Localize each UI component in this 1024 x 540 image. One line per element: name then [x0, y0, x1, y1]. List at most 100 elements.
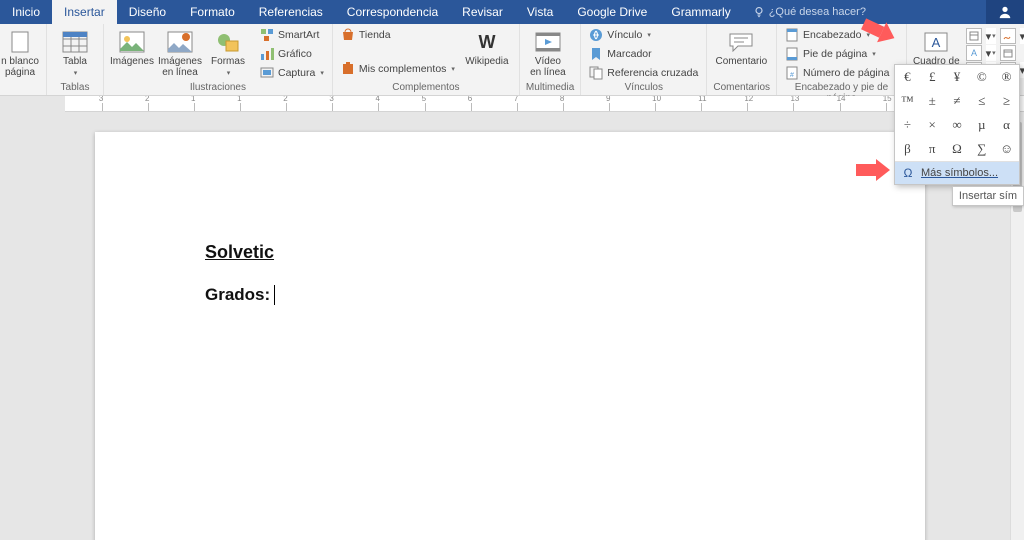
tienda-button[interactable]: Tienda [339, 26, 457, 44]
quick-parts-button[interactable] [966, 28, 982, 44]
tell-me-search[interactable]: ¿Qué desea hacer? [743, 0, 876, 24]
tab-vista[interactable]: Vista [515, 0, 565, 24]
group-label-complementos: Complementos [339, 82, 513, 93]
pie-pagina-button[interactable]: Pie de página [783, 45, 900, 63]
captura-button[interactable]: Captura [258, 64, 326, 82]
doc-title: Solvetic [205, 242, 815, 263]
svg-text:W: W [478, 32, 495, 52]
symbol-grid: €£¥©® ™±≠≤≥ ÷×∞µα βπΩ∑☺ [895, 65, 1019, 161]
imagenes-button[interactable]: Imágenes [110, 26, 154, 82]
symbol-cell[interactable]: ¥ [945, 65, 970, 89]
tab-referencias[interactable]: Referencias [247, 0, 335, 24]
annotation-arrow-bottom [856, 161, 890, 179]
symbol-cell[interactable]: ™ [895, 89, 920, 113]
ruler-mark: 12 [747, 103, 793, 111]
shapes-icon [214, 30, 242, 54]
link-icon [589, 28, 603, 42]
tab-correspondencia[interactable]: Correspondencia [335, 0, 450, 24]
symbol-cell[interactable]: ≥ [994, 89, 1019, 113]
video-icon [534, 30, 562, 54]
symbol-cell[interactable]: © [969, 65, 994, 89]
datetime-button[interactable] [1000, 45, 1016, 61]
formas-button[interactable]: Formas [206, 26, 250, 82]
video-en-linea-button[interactable]: Vídeo en línea [526, 26, 570, 78]
symbol-cell[interactable]: ± [920, 89, 945, 113]
ruler-mark: 3 [102, 103, 148, 111]
blank-page-button[interactable]: n blanco página [0, 26, 40, 78]
ruler-mark: 1 [240, 103, 286, 111]
group-ilustraciones: Imágenes Imágenes en línea Formas SmartA… [104, 24, 333, 95]
tooltip-insertar-simbolo: Insertar sím [952, 186, 1024, 206]
text-cursor [274, 285, 275, 305]
ruler-mark: 13 [793, 103, 839, 111]
ruler-mark: 4 [378, 103, 424, 111]
ruler-mark: 2 [148, 103, 194, 111]
wordart-button[interactable]: A [966, 45, 982, 61]
addins-icon [341, 62, 355, 76]
numero-pagina-button[interactable]: #Número de página [783, 64, 900, 82]
smartart-icon [260, 28, 274, 42]
symbol-cell[interactable]: ® [994, 65, 1019, 89]
symbol-cell[interactable]: € [895, 65, 920, 89]
tab-grammarly[interactable]: Grammarly [659, 0, 742, 24]
ref-cruzada-button[interactable]: Referencia cruzada [587, 64, 700, 82]
symbol-cell[interactable]: ∞ [945, 113, 970, 137]
svg-text:Ω: Ω [904, 166, 913, 180]
group-label-ilustraciones: Ilustraciones [110, 82, 326, 93]
signature-button[interactable] [1000, 28, 1016, 44]
tab-revisar[interactable]: Revisar [450, 0, 515, 24]
symbol-cell[interactable]: ≤ [969, 89, 994, 113]
symbol-cell[interactable]: µ [969, 113, 994, 137]
symbol-cell[interactable]: π [920, 137, 945, 161]
svg-text:A: A [932, 35, 941, 50]
group-comentarios: Comentario Comentarios [707, 24, 777, 95]
table-icon [61, 30, 89, 54]
tab-googledrive[interactable]: Google Drive [565, 0, 659, 24]
svg-text:#: # [790, 72, 794, 79]
ruler-mark: 1 [194, 103, 240, 111]
grafico-button[interactable]: Gráfico [258, 45, 326, 63]
imagenes-en-linea-button[interactable]: Imágenes en línea [158, 26, 202, 82]
account-button[interactable] [986, 0, 1024, 24]
ruler-mark: 7 [517, 103, 563, 111]
tab-insertar[interactable]: Insertar [52, 0, 117, 24]
lightbulb-icon [753, 6, 765, 18]
symbol-cell[interactable]: β [895, 137, 920, 161]
mis-complementos-button[interactable]: Mis complementos [339, 60, 457, 78]
group-label-vinculos: Vínculos [587, 82, 700, 93]
symbol-cell[interactable]: α [994, 113, 1019, 137]
symbol-cell[interactable]: ∑ [969, 137, 994, 161]
wikipedia-icon: W [473, 30, 501, 54]
tab-diseno[interactable]: Diseño [117, 0, 178, 24]
symbol-cell[interactable]: ≠ [945, 89, 970, 113]
symbol-cell[interactable]: £ [920, 65, 945, 89]
comentario-button[interactable]: Comentario [713, 26, 769, 67]
symbol-dropdown: €£¥©®™±≠≤≥÷×∞µαβπΩ∑☺ Ω Más símbolos... [894, 64, 1020, 185]
tab-formato[interactable]: Formato [178, 0, 247, 24]
ruler-mark: 3 [332, 103, 378, 111]
horizontal-ruler[interactable]: 3211234567891011121314151617 [65, 96, 1024, 112]
more-symbols-button[interactable]: Ω Más símbolos... [895, 161, 1019, 184]
picture-icon [118, 30, 146, 54]
symbol-cell[interactable]: ÷ [895, 113, 920, 137]
tabla-button[interactable]: Tabla [53, 26, 97, 77]
ruler-mark: 14 [840, 103, 886, 111]
bookmark-icon [589, 47, 603, 61]
group-multimedia: Vídeo en línea Multimedia [520, 24, 581, 95]
screenshot-icon [260, 66, 274, 80]
vinculo-button[interactable]: Vínculo [587, 26, 700, 44]
ruler-mark: 5 [425, 103, 471, 111]
tab-inicio[interactable]: Inicio [0, 0, 52, 24]
group-complementos: Tienda Mis complementos W Wikipedia Comp… [333, 24, 520, 95]
symbol-cell[interactable]: ☺ [994, 137, 1019, 161]
chart-icon [260, 47, 274, 61]
smartart-button[interactable]: SmartArt [258, 26, 326, 44]
tell-me-text: ¿Qué desea hacer? [769, 6, 866, 18]
document-page[interactable]: Solvetic Grados: [95, 132, 925, 540]
page-number-icon: # [785, 66, 799, 80]
symbol-cell[interactable]: × [920, 113, 945, 137]
symbol-cell[interactable]: Ω [945, 137, 970, 161]
marcador-button[interactable]: Marcador [587, 45, 700, 63]
group-label-comentarios: Comentarios [713, 82, 770, 93]
wikipedia-button[interactable]: W Wikipedia [461, 26, 513, 78]
